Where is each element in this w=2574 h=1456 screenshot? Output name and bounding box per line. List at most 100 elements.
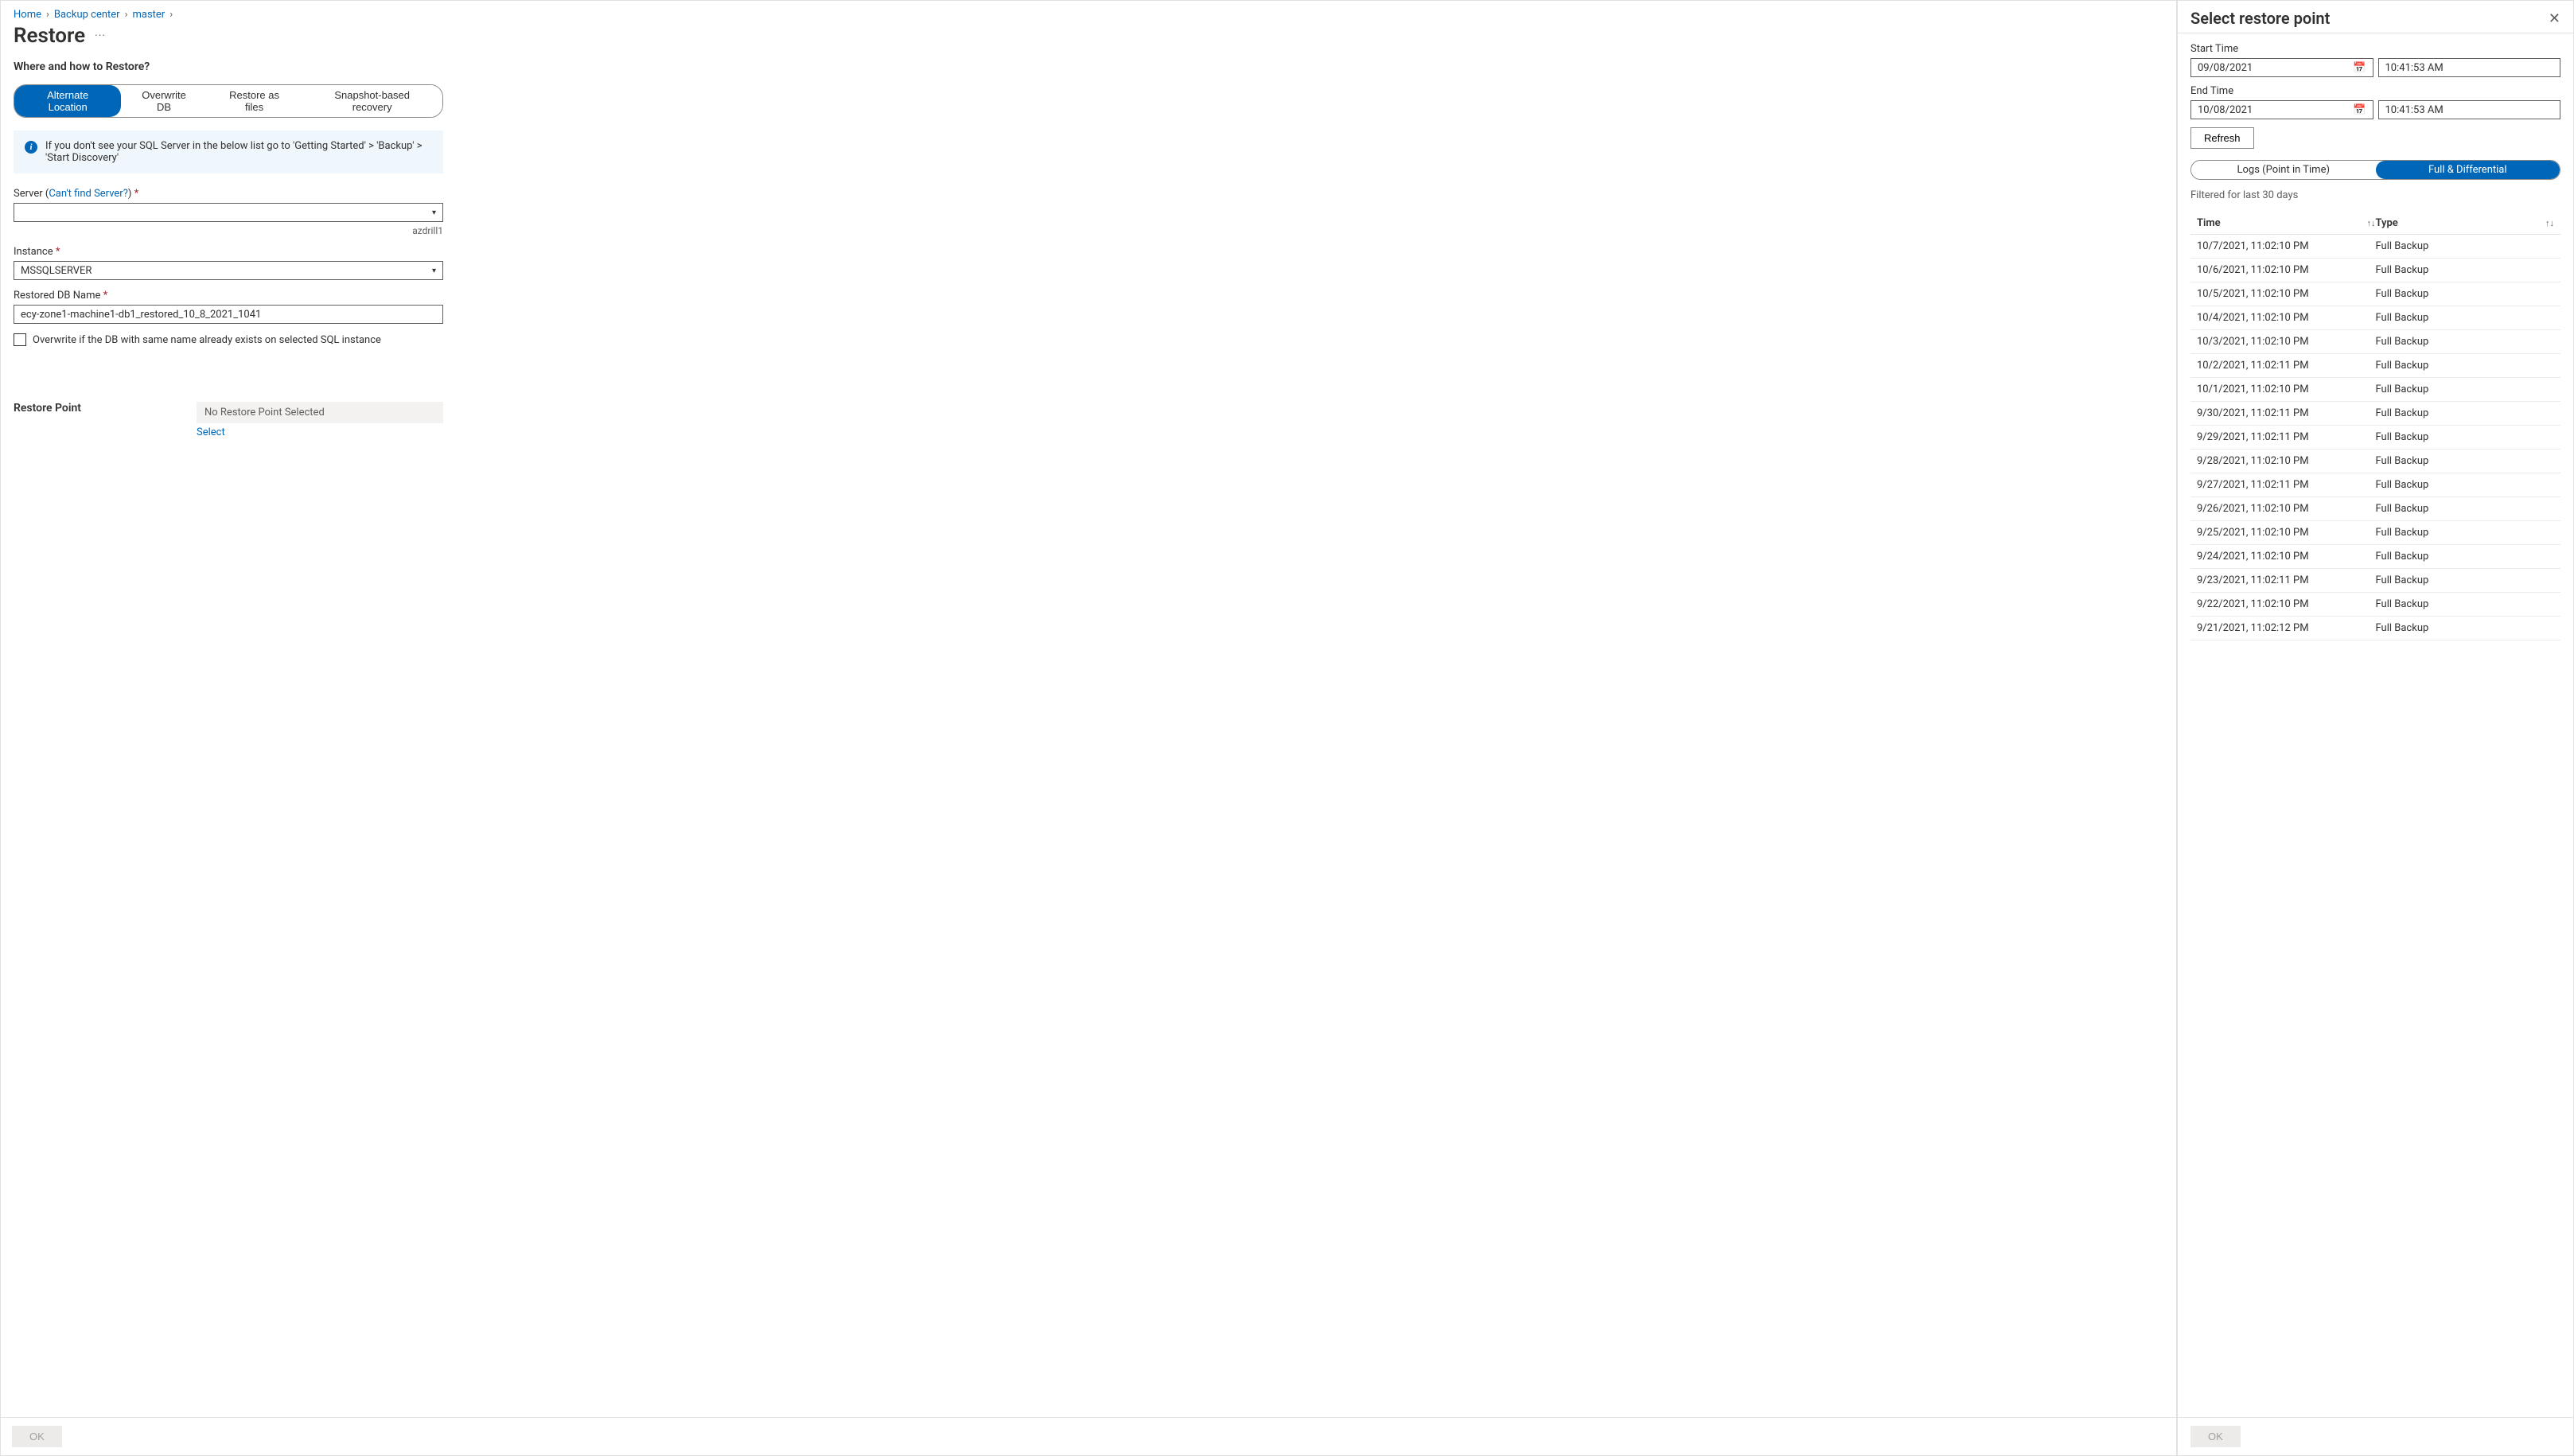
- instance-select-value: MSSQLSERVER: [21, 265, 92, 277]
- cell-type: Full Backup: [2376, 551, 2555, 563]
- overwrite-checkbox[interactable]: [14, 333, 26, 346]
- th-time[interactable]: Time ↑↓: [2197, 217, 2376, 229]
- cell-type: Full Backup: [2376, 240, 2555, 252]
- cell-type: Full Backup: [2376, 336, 2555, 348]
- table-row[interactable]: 9/27/2021, 11:02:11 PMFull Backup: [2190, 473, 2560, 497]
- cell-type: Full Backup: [2376, 455, 2555, 467]
- tab-snapshot-recovery[interactable]: Snapshot-based recovery: [302, 85, 442, 117]
- table-row[interactable]: 9/23/2021, 11:02:11 PMFull Backup: [2190, 569, 2560, 593]
- table-row[interactable]: 9/22/2021, 11:02:10 PMFull Backup: [2190, 593, 2560, 617]
- restore-point-label: Restore Point: [14, 402, 173, 415]
- restore-mode-tabs: Alternate Location Overwrite DB Restore …: [14, 84, 443, 118]
- chevron-down-icon: ▾: [432, 208, 436, 217]
- cell-type: Full Backup: [2376, 407, 2555, 419]
- table-row[interactable]: 9/21/2021, 11:02:12 PMFull Backup: [2190, 617, 2560, 640]
- end-date-input[interactable]: 10/08/2021 📅: [2190, 100, 2373, 119]
- table-row[interactable]: 10/6/2021, 11:02:10 PMFull Backup: [2190, 259, 2560, 282]
- cell-time: 10/5/2021, 11:02:10 PM: [2197, 288, 2376, 300]
- chevron-right-icon: ›: [169, 9, 173, 21]
- cell-time: 9/30/2021, 11:02:11 PM: [2197, 407, 2376, 419]
- instance-select[interactable]: MSSQLSERVER ▾: [14, 261, 443, 280]
- cell-type: Full Backup: [2376, 479, 2555, 491]
- tab-restore-as-files[interactable]: Restore as files: [207, 85, 302, 117]
- end-time-label: End Time: [2190, 85, 2560, 97]
- breadcrumb: Home › Backup center › master ›: [14, 7, 2163, 24]
- tab-full-differential[interactable]: Full & Differential: [2376, 161, 2560, 179]
- cell-type: Full Backup: [2376, 574, 2555, 586]
- main-pane: Home › Backup center › master › Restore …: [1, 1, 2177, 1455]
- table-row[interactable]: 9/29/2021, 11:02:11 PMFull Backup: [2190, 426, 2560, 450]
- restore-point-value: No Restore Point Selected: [197, 402, 443, 423]
- end-date-value: 10/08/2021: [2198, 104, 2253, 116]
- cell-type: Full Backup: [2376, 383, 2555, 395]
- cell-type: Full Backup: [2376, 264, 2555, 276]
- end-time-input[interactable]: 10:41:53 AM: [2378, 100, 2561, 119]
- breadcrumb-home[interactable]: Home: [14, 9, 41, 21]
- start-date-input[interactable]: 09/08/2021 📅: [2190, 58, 2373, 77]
- main-footer: OK: [1, 1417, 2176, 1455]
- info-banner: i If you don't see your SQL Server in th…: [14, 130, 443, 173]
- cell-type: Full Backup: [2376, 360, 2555, 372]
- dbname-input-value: ecy-zone1-machine1-db1_restored_10_8_202…: [21, 309, 261, 321]
- cell-time: 10/3/2021, 11:02:10 PM: [2197, 336, 2376, 348]
- table-row[interactable]: 9/25/2021, 11:02:10 PMFull Backup: [2190, 521, 2560, 545]
- cell-time: 9/29/2021, 11:02:11 PM: [2197, 431, 2376, 443]
- cell-time: 9/24/2021, 11:02:10 PM: [2197, 551, 2376, 563]
- sort-icon: ↑↓: [2367, 218, 2376, 228]
- table-row[interactable]: 10/1/2021, 11:02:10 PMFull Backup: [2190, 378, 2560, 402]
- select-restore-point-panel: Select restore point ✕ Start Time 09/08/…: [2177, 1, 2573, 1455]
- page-title: Restore: [14, 24, 85, 48]
- cell-time: 9/27/2021, 11:02:11 PM: [2197, 479, 2376, 491]
- table-row[interactable]: 10/7/2021, 11:02:10 PMFull Backup: [2190, 235, 2560, 259]
- cell-time: 9/26/2021, 11:02:10 PM: [2197, 503, 2376, 515]
- close-icon[interactable]: ✕: [2549, 10, 2560, 27]
- chevron-right-icon: ›: [125, 9, 128, 21]
- cell-type: Full Backup: [2376, 288, 2555, 300]
- instance-label: Instance *: [14, 246, 443, 258]
- end-time-value: 10:41:53 AM: [2385, 104, 2444, 116]
- restore-points-table: Time ↑↓ Type ↑↓ 10/7/2021, 11:02:10 PMFu…: [2190, 212, 2560, 640]
- table-row[interactable]: 9/24/2021, 11:02:10 PMFull Backup: [2190, 545, 2560, 569]
- restore-point-select-link[interactable]: Select: [197, 426, 225, 438]
- filter-text: Filtered for last 30 days: [2190, 189, 2560, 201]
- cell-type: Full Backup: [2376, 431, 2555, 443]
- cell-time: 10/1/2021, 11:02:10 PM: [2197, 383, 2376, 395]
- tab-overwrite-db[interactable]: Overwrite DB: [121, 85, 206, 117]
- info-icon: i: [25, 141, 37, 154]
- cell-time: 10/7/2021, 11:02:10 PM: [2197, 240, 2376, 252]
- table-row[interactable]: 10/3/2021, 11:02:10 PMFull Backup: [2190, 330, 2560, 354]
- cant-find-server-link[interactable]: Can't find Server?: [49, 188, 128, 200]
- info-banner-text: If you don't see your SQL Server in the …: [45, 140, 432, 164]
- restore-point-type-tabs: Logs (Point in Time) Full & Differential: [2190, 160, 2560, 180]
- dbname-input[interactable]: ecy-zone1-machine1-db1_restored_10_8_202…: [14, 305, 443, 324]
- start-time-input[interactable]: 10:41:53 AM: [2378, 58, 2561, 77]
- cell-type: Full Backup: [2376, 598, 2555, 610]
- chevron-down-icon: ▾: [432, 267, 436, 275]
- overwrite-checkbox-label: Overwrite if the DB with same name alrea…: [33, 334, 381, 346]
- more-icon[interactable]: ···: [95, 29, 106, 42]
- cell-type: Full Backup: [2376, 527, 2555, 539]
- server-label: Server (Can't find Server?) *: [14, 188, 443, 200]
- cell-time: 9/21/2021, 11:02:12 PM: [2197, 622, 2376, 634]
- table-row[interactable]: 10/2/2021, 11:02:11 PMFull Backup: [2190, 354, 2560, 378]
- th-type[interactable]: Type ↑↓: [2376, 217, 2555, 229]
- breadcrumb-backup-center[interactable]: Backup center: [54, 9, 120, 21]
- cell-time: 10/6/2021, 11:02:10 PM: [2197, 264, 2376, 276]
- tab-logs-pit[interactable]: Logs (Point in Time): [2191, 161, 2376, 179]
- table-row[interactable]: 9/28/2021, 11:02:10 PMFull Backup: [2190, 450, 2560, 473]
- breadcrumb-master[interactable]: master: [132, 9, 165, 21]
- dbname-label: Restored DB Name *: [14, 290, 443, 302]
- table-row[interactable]: 9/26/2021, 11:02:10 PMFull Backup: [2190, 497, 2560, 521]
- server-hint: azdrill1: [14, 225, 443, 236]
- cell-time: 9/22/2021, 11:02:10 PM: [2197, 598, 2376, 610]
- server-select[interactable]: ▾: [14, 203, 443, 222]
- tab-alternate-location[interactable]: Alternate Location: [14, 85, 121, 117]
- start-time-label: Start Time: [2190, 43, 2560, 55]
- table-row[interactable]: 10/5/2021, 11:02:10 PMFull Backup: [2190, 282, 2560, 306]
- ok-button-side[interactable]: OK: [2190, 1426, 2241, 1447]
- table-row[interactable]: 10/4/2021, 11:02:10 PMFull Backup: [2190, 306, 2560, 330]
- table-row[interactable]: 9/30/2021, 11:02:11 PMFull Backup: [2190, 402, 2560, 426]
- refresh-button[interactable]: Refresh: [2190, 127, 2254, 149]
- cell-type: Full Backup: [2376, 503, 2555, 515]
- ok-button-main[interactable]: OK: [12, 1426, 62, 1447]
